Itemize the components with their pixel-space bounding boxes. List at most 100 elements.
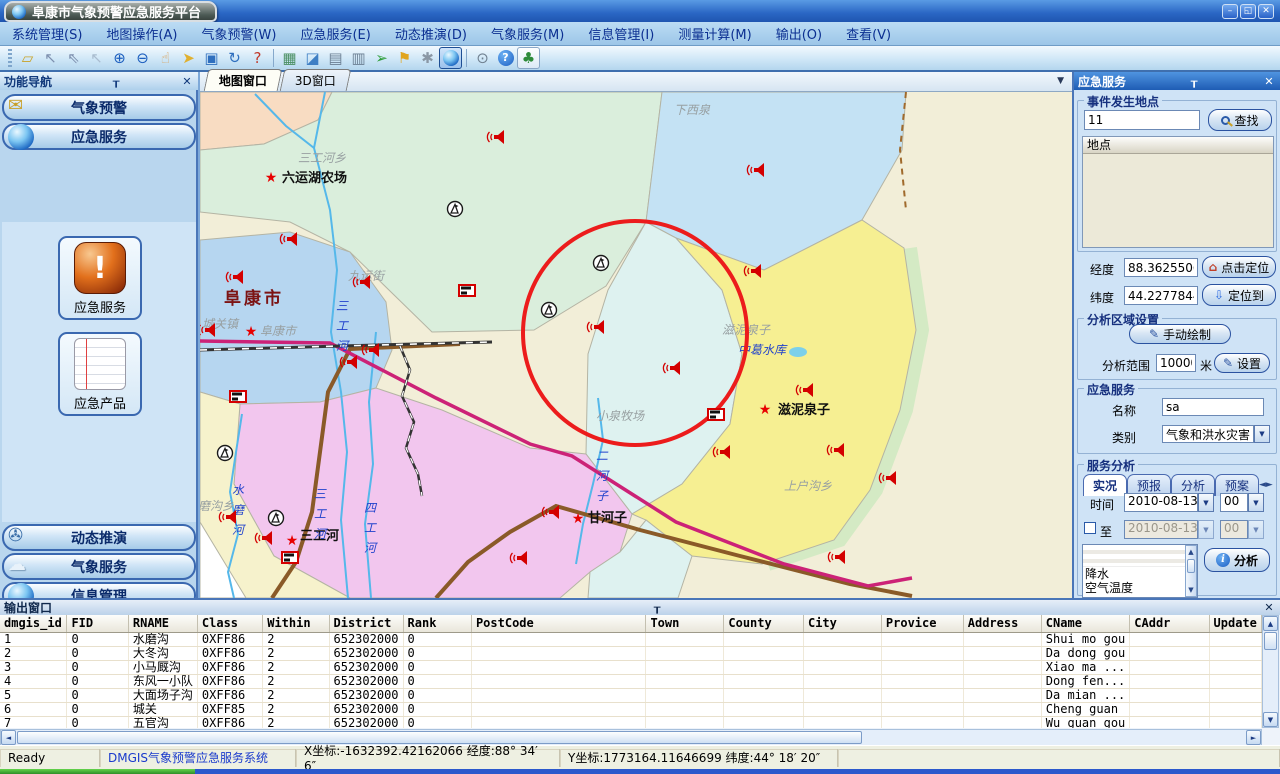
column-header-FID[interactable]: FID <box>67 615 128 632</box>
longitude-input[interactable] <box>1124 258 1198 277</box>
service-type-dropdown-icon[interactable]: ▼ <box>1254 425 1270 443</box>
pan-button[interactable]: ☝ <box>154 47 177 69</box>
refresh-button[interactable]: ↻ <box>223 47 246 69</box>
column-header-PostCode[interactable]: PostCode <box>471 615 645 632</box>
location-list[interactable]: 地点 <box>1082 136 1274 248</box>
eye-button[interactable]: ⊙ <box>471 47 494 69</box>
table-row-4[interactable]: 50大面场子沟0XFF8626523020000Da mian ... <box>0 688 1262 702</box>
analysis-range-input[interactable] <box>1156 354 1196 372</box>
set-range-button[interactable]: ✎ 设置 <box>1214 353 1270 373</box>
tabs-scroll-icons[interactable]: ◄► <box>1259 480 1273 490</box>
menu-item-0[interactable]: 系统管理(S) <box>0 22 94 45</box>
flag-marker-icon[interactable] <box>708 409 724 420</box>
print-button[interactable]: ▤ <box>324 47 347 69</box>
date-dropdown-icon[interactable]: ▼ <box>1198 493 1214 512</box>
star-marker-icon[interactable]: ★ <box>265 170 278 186</box>
full-extent-button[interactable]: ▣ <box>200 47 223 69</box>
location-keyword-input[interactable] <box>1084 110 1200 130</box>
column-header-Class[interactable]: Class <box>197 615 262 632</box>
flag-marker-icon[interactable] <box>230 391 246 402</box>
pin-marker-button[interactable]: ⚑ <box>393 47 416 69</box>
menu-item-5[interactable]: 气象服务(M) <box>479 22 576 45</box>
station-marker-icon[interactable] <box>594 256 609 271</box>
column-header-CAddr[interactable]: CAddr <box>1130 615 1209 632</box>
zoom-in-button[interactable]: ⊕ <box>108 47 131 69</box>
left-panel-pin-icon[interactable]: ┰ <box>109 75 123 88</box>
menu-item-1[interactable]: 地图操作(A) <box>94 22 189 45</box>
menu-item-6[interactable]: 信息管理(I) <box>576 22 666 45</box>
click-locate-button[interactable]: ⌂ 点击定位 <box>1202 256 1276 278</box>
analyze-button[interactable]: i 分析 <box>1204 548 1270 572</box>
right-panel-close-icon[interactable]: ✕ <box>1262 75 1276 88</box>
output-vscroll-thumb[interactable] <box>1264 632 1277 650</box>
star-marker-icon[interactable]: ★ <box>759 402 772 418</box>
table-row-0[interactable]: 10水磨沟0XFF8626523020000Shui mo gou <box>0 632 1262 646</box>
column-header-dmgis_id[interactable]: dmgis_id <box>0 615 67 632</box>
shortcut-emergency-service[interactable]: !应急服务 <box>58 236 142 320</box>
manual-draw-button[interactable]: ✎ 手动绘制 <box>1129 324 1231 344</box>
service-name-input[interactable] <box>1162 398 1264 416</box>
title-bar[interactable]: 阜康市气象预警应急服务平台 – ◱ ✕ <box>0 0 1280 22</box>
station-marker-icon[interactable] <box>448 202 463 217</box>
column-header-Within[interactable]: Within <box>263 615 329 632</box>
hour-dropdown-icon[interactable]: ▼ <box>1248 493 1264 512</box>
output-horizontal-scrollbar[interactable]: ◄ ► <box>0 729 1262 746</box>
star-marker-icon[interactable]: ★ <box>286 533 299 549</box>
output-scroll-down-button[interactable]: ▼ <box>1263 712 1278 727</box>
table-row-5[interactable]: 60城关0XFF8526523020000Cheng guan <box>0 702 1262 716</box>
station-marker-icon[interactable] <box>542 303 557 318</box>
table-row-6[interactable]: 70五官沟0XFF8626523020000Wu guan gou <box>0 716 1262 728</box>
menu-item-8[interactable]: 输出(O) <box>764 22 834 45</box>
element-list-scrollbar[interactable]: ▲ ▼ <box>1185 545 1197 597</box>
service-type-select[interactable]: 气象和洪水灾害 ▼ <box>1162 425 1270 443</box>
element-scroll-thumb[interactable] <box>1187 559 1195 573</box>
station-marker-icon[interactable] <box>218 446 233 461</box>
to-checkbox[interactable] <box>1084 522 1096 534</box>
star-marker-icon[interactable]: ★ <box>245 324 258 340</box>
menu-item-7[interactable]: 测量计算(M) <box>666 22 763 45</box>
select-rect-button[interactable]: ⇖ <box>62 47 85 69</box>
column-header-CName[interactable]: CName <box>1041 615 1129 632</box>
column-header-Town[interactable]: Town <box>646 615 724 632</box>
nav-group-bottom-1[interactable]: ☁气象服务 <box>2 553 196 580</box>
globe-tool-button[interactable] <box>439 47 462 69</box>
scroll-down-icon[interactable]: ▼ <box>1186 584 1196 596</box>
element-listbox[interactable]: 降水空气温度 <box>1082 544 1198 598</box>
close-button[interactable]: ✕ <box>1258 4 1274 19</box>
print-preview-button[interactable]: ▥ <box>347 47 370 69</box>
zoom-out-button[interactable]: ⊖ <box>131 47 154 69</box>
column-header-County[interactable]: County <box>724 615 804 632</box>
scroll-up-icon[interactable]: ▲ <box>1186 546 1196 558</box>
output-scroll-up-button[interactable]: ▲ <box>1263 616 1278 631</box>
toolbar-grip[interactable] <box>8 49 12 67</box>
star-marker-icon[interactable]: ★ <box>572 511 585 527</box>
output-vertical-scrollbar[interactable]: ▲ ▼ <box>1262 615 1279 728</box>
column-header-RNAME[interactable]: RNAME <box>128 615 197 632</box>
green-arrow-button[interactable]: ➢ <box>370 47 393 69</box>
nav-group-top-0[interactable]: ✉气象预警 <box>2 94 196 121</box>
station-marker-icon[interactable] <box>269 511 284 526</box>
hour-select[interactable]: 00 ▼ <box>1220 493 1264 512</box>
map-tab-0[interactable]: 地图窗口 <box>204 69 283 91</box>
column-header-District[interactable]: District <box>329 615 403 632</box>
nav-group-bottom-0[interactable]: ✇动态推演 <box>2 524 196 551</box>
analysis-tab-0[interactable]: 实况 <box>1083 474 1127 496</box>
tree-layer-button[interactable]: ♣ <box>517 47 540 69</box>
table-row-3[interactable]: 40东风一小队0XFF8626523020000Dong fen... <box>0 674 1262 688</box>
output-pin-icon[interactable]: ┰ <box>650 601 664 614</box>
flag-marker-icon[interactable] <box>282 552 298 563</box>
right-panel-pin-icon[interactable]: ┰ <box>1187 75 1201 88</box>
select-lasso-button[interactable]: ↖ <box>39 47 62 69</box>
deselect-button[interactable]: ↖ <box>85 47 108 69</box>
menu-item-3[interactable]: 应急服务(E) <box>288 22 382 45</box>
help-button[interactable]: ? <box>494 47 517 69</box>
element-item-0[interactable]: 降水 <box>1083 567 1197 581</box>
settings-gear-button[interactable]: ✱ <box>416 47 439 69</box>
scene-export-button[interactable]: ◪ <box>301 47 324 69</box>
restore-button[interactable]: ◱ <box>1240 4 1256 19</box>
map-tab-1[interactable]: 3D窗口 <box>280 69 352 91</box>
column-header-Rank[interactable]: Rank <box>403 615 471 632</box>
location-list-header[interactable]: 地点 <box>1083 137 1273 154</box>
menu-item-9[interactable]: 查看(V) <box>834 22 903 45</box>
latitude-input[interactable] <box>1124 286 1198 305</box>
